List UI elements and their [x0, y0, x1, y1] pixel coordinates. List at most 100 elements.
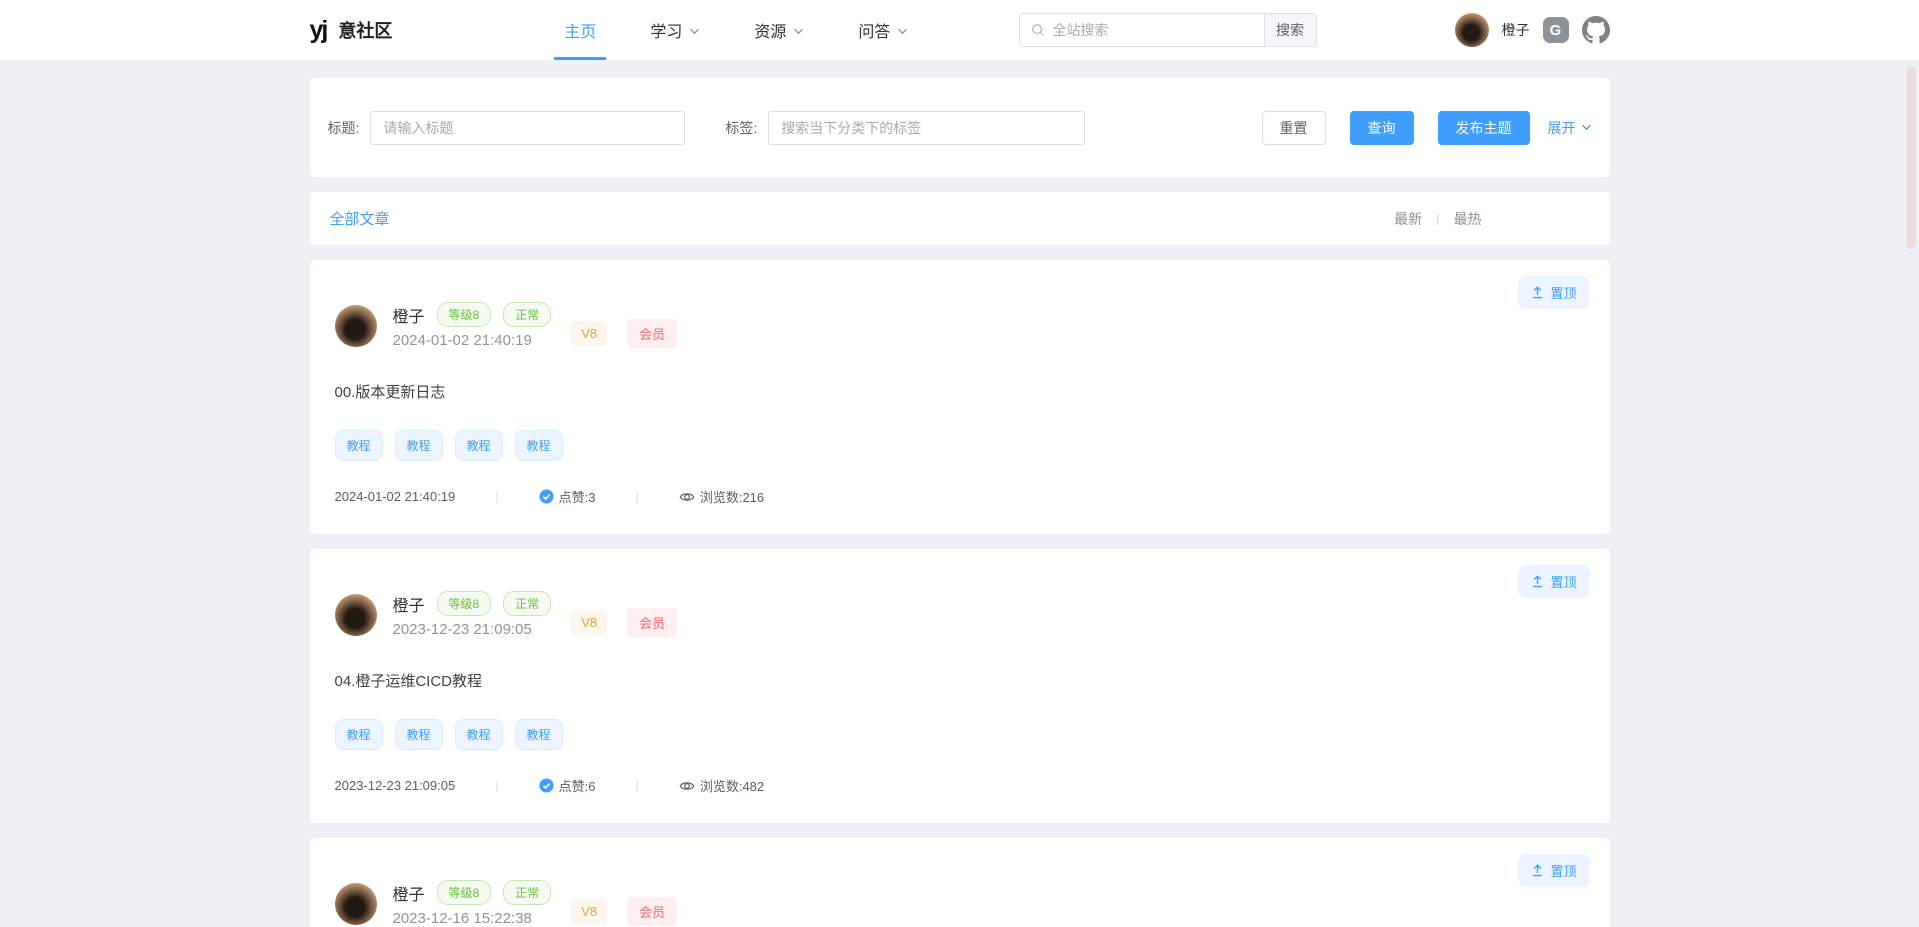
- vip-badge: V8: [571, 321, 607, 346]
- status-badge: 正常: [503, 591, 551, 616]
- avatar[interactable]: [335, 305, 377, 347]
- post-title[interactable]: 00.版本更新日志: [335, 381, 1585, 402]
- pin-button[interactable]: 置顶: [1518, 565, 1589, 598]
- filter-actions: 重置 查询 发布主题 展开: [1262, 111, 1592, 145]
- logo-icon: yj: [310, 16, 327, 45]
- tag-pill[interactable]: 教程: [395, 719, 443, 750]
- vip-badges: V8 会员: [571, 608, 677, 637]
- meta-divider: |: [495, 489, 498, 504]
- avatar[interactable]: [335, 883, 377, 925]
- post-title[interactable]: 04.橙子运维CICD教程: [335, 670, 1585, 691]
- post-footer: 2023-12-23 21:09:05 | 点赞:6 | 浏览数:482: [335, 776, 1585, 823]
- post-author[interactable]: 橙子: [393, 881, 425, 905]
- pin-button[interactable]: 置顶: [1518, 854, 1589, 887]
- github-icon[interactable]: [1582, 16, 1610, 44]
- publish-topic-button[interactable]: 发布主题: [1438, 111, 1530, 145]
- views-meta: 浏览数:216: [679, 487, 764, 506]
- nav-item-label: 主页: [564, 18, 596, 42]
- member-badge: 会员: [627, 319, 677, 348]
- tag-filter-input[interactable]: [768, 111, 1085, 145]
- sort-newest-link[interactable]: 最新: [1394, 209, 1422, 229]
- pin-button[interactable]: 置顶: [1518, 276, 1589, 309]
- nav-item-learn[interactable]: 学习: [648, 0, 702, 60]
- chevron-down-icon: [689, 26, 700, 37]
- avatar[interactable]: [335, 594, 377, 636]
- views-meta: 浏览数:482: [679, 776, 764, 795]
- post-user-block: 橙子 等级8 正常 2024-01-02 21:40:19: [393, 302, 552, 349]
- main-content: 标题: 标签: 重置 查询 发布主题 展开 全部文章 最新 | 最热: [310, 78, 1610, 927]
- all-articles-link[interactable]: 全部文章: [330, 208, 390, 229]
- level-badge: 等级8: [437, 302, 492, 327]
- post-datetime: 2023-12-23 21:09:05: [393, 621, 552, 638]
- nav-item-qa[interactable]: 问答: [856, 0, 910, 60]
- post-footer: 2024-01-02 21:40:19 | 点赞:3 | 浏览数:216: [335, 487, 1585, 534]
- nav-item-label: 问答: [858, 18, 890, 42]
- search-input[interactable]: [1053, 22, 1253, 38]
- likes-count: 点赞:6: [559, 776, 596, 795]
- member-badge: 会员: [627, 608, 677, 637]
- sort-hottest-link[interactable]: 最热: [1454, 209, 1482, 229]
- nav-item-resources[interactable]: 资源: [752, 0, 806, 60]
- likes-count: 点赞:3: [559, 487, 596, 506]
- expand-label: 展开: [1548, 118, 1576, 138]
- tag-pill[interactable]: 教程: [455, 430, 503, 461]
- search-icon: [1031, 23, 1045, 37]
- scrollbar-thumb[interactable]: [1906, 66, 1916, 249]
- nav-item-home[interactable]: 主页: [562, 0, 598, 60]
- vip-badges: V8 会员: [571, 897, 677, 926]
- search-button[interactable]: 搜索: [1264, 14, 1316, 46]
- main-nav: 主页 学习 资源 问答: [562, 0, 910, 60]
- nav-item-label: 学习: [650, 18, 682, 42]
- tag-pill[interactable]: 教程: [515, 430, 563, 461]
- top-navbar: yj 意社区 主页 学习 资源 问答: [0, 0, 1919, 61]
- search-input-wrap: [1020, 14, 1264, 46]
- nav-item-label: 资源: [754, 18, 786, 42]
- tag-pill[interactable]: 教程: [335, 430, 383, 461]
- views-icon: [679, 489, 695, 505]
- post-footer-date: 2023-12-23 21:09:05: [335, 778, 456, 793]
- post-card: 置顶 橙子 等级8 正常 2023-12-23 21:09:05 V8 会员 0…: [310, 549, 1610, 823]
- level-badge: 等级8: [437, 591, 492, 616]
- tag-pill[interactable]: 教程: [335, 719, 383, 750]
- likes-meta: 点赞:3: [539, 487, 596, 506]
- post-card: 置顶 橙子 等级8 正常 2023-12-16 15:22:38 V8 会员: [310, 838, 1610, 927]
- tag-pill[interactable]: 教程: [455, 719, 503, 750]
- user-name[interactable]: 橙子: [1502, 20, 1530, 40]
- pin-label: 置顶: [1550, 861, 1576, 880]
- like-icon: [539, 778, 554, 793]
- post-user-block: 橙子 等级8 正常 2023-12-16 15:22:38: [393, 880, 552, 927]
- post-datetime: 2023-12-16 15:22:38: [393, 910, 552, 927]
- status-badge: 正常: [503, 302, 551, 327]
- post-author[interactable]: 橙子: [393, 592, 425, 616]
- post-header: 橙子 等级8 正常 2023-12-23 21:09:05 V8 会员: [335, 549, 1585, 638]
- level-badge: 等级8: [437, 880, 492, 905]
- list-bar: 全部文章 最新 | 最热: [310, 192, 1610, 245]
- query-button[interactable]: 查询: [1350, 111, 1414, 145]
- tag-pill[interactable]: 教程: [395, 430, 443, 461]
- reset-button[interactable]: 重置: [1262, 111, 1326, 145]
- vip-badge: V8: [571, 899, 607, 924]
- title-filter-input[interactable]: [370, 111, 685, 145]
- gitee-icon[interactable]: G: [1543, 17, 1569, 43]
- vip-badge: V8: [571, 610, 607, 635]
- pin-icon: [1531, 575, 1544, 588]
- post-user-block: 橙子 等级8 正常 2023-12-23 21:09:05: [393, 591, 552, 638]
- user-avatar[interactable]: [1455, 13, 1489, 47]
- post-tags: 教程 教程 教程 教程: [335, 430, 1585, 461]
- views-count: 浏览数:482: [700, 776, 764, 795]
- post-author[interactable]: 橙子: [393, 303, 425, 327]
- sort-divider: |: [1436, 211, 1439, 226]
- title-filter-group: 标题:: [328, 111, 686, 145]
- expand-link[interactable]: 展开: [1548, 118, 1592, 138]
- site-logo[interactable]: yj 意社区: [310, 16, 393, 45]
- tag-pill[interactable]: 教程: [515, 719, 563, 750]
- title-filter-label: 标题:: [328, 118, 360, 138]
- tag-filter-label: 标签:: [725, 118, 757, 138]
- views-count: 浏览数:216: [700, 487, 764, 506]
- pin-label: 置顶: [1550, 572, 1576, 591]
- meta-divider: |: [635, 778, 638, 793]
- filter-panel: 标题: 标签: 重置 查询 发布主题 展开: [310, 78, 1610, 177]
- post-tags: 教程 教程 教程 教程: [335, 719, 1585, 750]
- chevron-down-icon: [1581, 122, 1592, 133]
- meta-divider: |: [635, 489, 638, 504]
